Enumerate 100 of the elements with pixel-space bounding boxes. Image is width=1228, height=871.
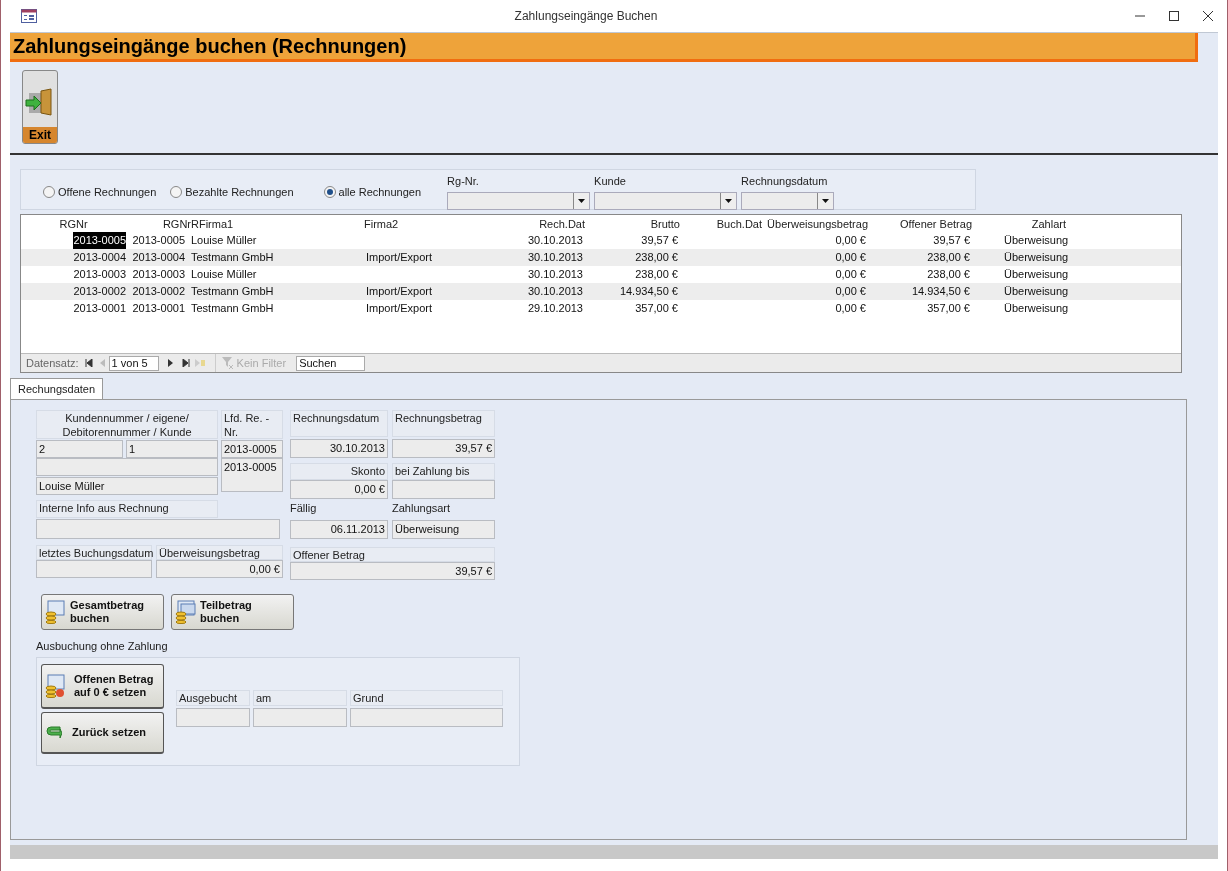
- table-cell: Louise Müller: [191, 234, 257, 247]
- new-record-icon[interactable]: [194, 359, 205, 367]
- dropdown-caret-icon: [578, 199, 586, 203]
- table-cell: Überweisung: [1004, 251, 1069, 264]
- table-cell: Import/Export: [366, 302, 433, 315]
- invoice-number-field[interactable]: 2013-0005: [221, 458, 283, 492]
- transfer-amount-field[interactable]: 0,00 €: [156, 560, 283, 578]
- column-header: Überweisungsbetrag: [766, 216, 868, 232]
- field-label: Kundennummer / eigene/ Debitorennummer / Kunde: [36, 410, 218, 439]
- table-cell: 14.934,50 €: [911, 285, 970, 298]
- filter-label: Rg-Nr.: [447, 174, 480, 188]
- field-label: am: [253, 689, 347, 706]
- field-label: Rechnungsbetrag: [392, 410, 495, 437]
- previous-record-icon[interactable]: [99, 359, 105, 367]
- table-cell: 0,00 €: [835, 302, 866, 315]
- filter-label: Rechnungsdatum: [741, 174, 829, 188]
- filter-dropdown[interactable]: [594, 192, 738, 210]
- coins-minus-icon: [44, 673, 66, 698]
- table-cell: 357,00 €: [635, 302, 678, 315]
- table-cell: 39,57 €: [641, 234, 678, 247]
- search-field[interactable]: Suchen: [296, 355, 366, 371]
- reset-button[interactable]: Zurück setzen: [41, 711, 164, 754]
- header-bar: Zahlungseingänge buchen (Rechnungen): [10, 33, 1198, 62]
- table-cell[interactable]: 2013-0005: [73, 232, 126, 249]
- filter-radio[interactable]: alle Rechnungen: [323, 184, 422, 201]
- record-position-field[interactable]: 1 von 5: [108, 355, 159, 371]
- filter-radio[interactable]: Bezahlte Rechnungen: [170, 184, 294, 201]
- field-label: Grund: [350, 689, 503, 706]
- table-cell: 0,00 €: [835, 234, 866, 247]
- book-partial-button[interactable]: Teilbetrag buchen: [171, 594, 294, 630]
- table-cell[interactable]: 2013-0002: [73, 283, 126, 300]
- table-cell: Testmann GmbH: [191, 251, 274, 264]
- navigator-label: Datensatz:: [26, 355, 79, 371]
- writeoff-field[interactable]: [350, 707, 503, 727]
- field-label: Zahlungsart: [392, 501, 452, 516]
- table-cell: 30.10.2013: [527, 251, 583, 264]
- column-header: Offener Betrag: [899, 216, 972, 232]
- table-cell[interactable]: 2013-0003: [73, 266, 126, 283]
- exit-door-icon: [25, 87, 55, 117]
- column-header: Brutto: [649, 216, 680, 232]
- dropdown-caret-icon: [725, 199, 733, 203]
- column-header: RFirma1: [191, 216, 235, 232]
- coins-windows-icon: [174, 600, 196, 624]
- customer-name-field[interactable]: Louise Müller: [36, 477, 218, 495]
- internal-info-field[interactable]: [36, 519, 280, 539]
- table-cell: Überweisung: [1004, 302, 1069, 315]
- due-date-field[interactable]: 06.11.2013: [290, 520, 388, 539]
- table-cell: 2013-0003: [132, 268, 185, 281]
- form-tab[interactable]: Rechungsdaten: [10, 378, 104, 399]
- table-cell: Überweisung: [1004, 234, 1069, 247]
- pay-until-field[interactable]: [392, 480, 495, 499]
- maximize-icon[interactable]: [1169, 11, 1179, 21]
- last-record-icon[interactable]: [181, 359, 190, 367]
- coins-window-icon: [44, 600, 66, 624]
- table-cell: Import/Export: [366, 285, 433, 298]
- field-label: Ausgebucht: [176, 689, 250, 706]
- book-total-button[interactable]: Gesamtbetrag buchen: [41, 594, 164, 630]
- table-cell: 238,00 €: [927, 251, 970, 264]
- writeoff-field[interactable]: [176, 707, 250, 727]
- next-record-icon[interactable]: [167, 359, 173, 367]
- field-label: Überweisungsbetrag: [156, 545, 283, 560]
- table-cell: 29.10.2013: [527, 302, 583, 315]
- field-label: Offener Betrag: [290, 547, 495, 562]
- field-label: Interne Info aus Rechnung: [36, 500, 218, 518]
- filter-dropdown[interactable]: [447, 192, 591, 210]
- debtor-number-field[interactable]: 1: [126, 440, 218, 458]
- first-record-icon[interactable]: [84, 359, 93, 367]
- form-icon: [21, 9, 37, 23]
- close-icon[interactable]: [1203, 11, 1213, 21]
- filter-label: Kunde: [594, 174, 627, 188]
- table-cell[interactable]: 2013-0004: [73, 249, 126, 266]
- filter-dropdown[interactable]: [741, 192, 835, 210]
- writeoff-field[interactable]: [253, 707, 347, 727]
- exit-button[interactable]: Exit: [22, 70, 58, 144]
- table-cell: Testmann GmbH: [191, 302, 274, 315]
- table-cell[interactable]: 2013-0001: [73, 300, 126, 317]
- return-arrow-icon: [46, 725, 62, 739]
- table-cell: 39,57 €: [933, 234, 970, 247]
- invoice-number-field[interactable]: 2013-0005: [221, 440, 283, 458]
- table-cell: 238,00 €: [927, 268, 970, 281]
- table-cell: 238,00 €: [635, 268, 678, 281]
- table-cell: 14.934,50 €: [619, 285, 678, 298]
- field-label: Fällig: [290, 501, 318, 516]
- discount-field[interactable]: 0,00 €: [290, 480, 388, 499]
- open-amount-field[interactable]: 39,57 €: [290, 562, 495, 580]
- column-header: RGNr: [58, 216, 89, 232]
- table-cell: 0,00 €: [835, 251, 866, 264]
- table-cell: Überweisung: [1004, 285, 1069, 298]
- invoice-date-field[interactable]: 30.10.2013: [290, 439, 388, 458]
- customer-number-field[interactable]: 2: [36, 440, 123, 458]
- filter-radio[interactable]: Offene Rechnungen: [43, 184, 157, 201]
- invoice-amount-field[interactable]: 39,57 €: [392, 439, 495, 458]
- payment-type-field[interactable]: Überweisung: [392, 520, 495, 539]
- table-cell: 30.10.2013: [527, 285, 583, 298]
- field-label: Lfd. Re. - Nr.: [221, 410, 283, 439]
- text-field[interactable]: [36, 458, 218, 476]
- writeoff-button[interactable]: Offenen Betrag auf 0 € setzen: [41, 663, 164, 709]
- column-header: Rech.Dat: [538, 216, 585, 232]
- last-booking-date-field[interactable]: [36, 560, 152, 578]
- table-cell: 2013-0001: [132, 302, 185, 315]
